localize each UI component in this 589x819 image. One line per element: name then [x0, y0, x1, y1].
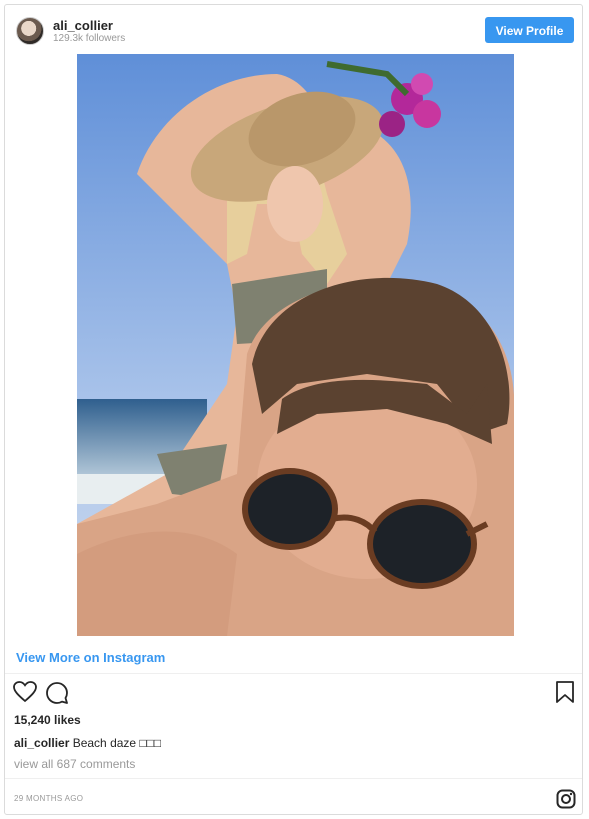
post-photo[interactable] [77, 54, 514, 636]
comment-icon[interactable] [45, 681, 69, 710]
follower-count: 129.3k followers [53, 33, 126, 44]
caption: ali_collier Beach daze □□□ [14, 736, 161, 750]
view-more-link[interactable]: View More on Instagram [16, 650, 165, 665]
bookmark-icon[interactable] [556, 681, 574, 708]
divider [5, 673, 582, 674]
like-count[interactable]: 15,240 likes [14, 713, 81, 727]
caption-text: Beach daze □□□ [69, 736, 162, 750]
avatar[interactable] [16, 17, 44, 45]
view-comments-link[interactable]: view all 687 comments [14, 757, 135, 771]
post-header: ali_collier 129.3k followers View Profil… [5, 5, 582, 55]
divider [5, 778, 582, 779]
post-timestamp: 29 MONTHS AGO [14, 794, 84, 803]
caption-username[interactable]: ali_collier [14, 736, 69, 750]
heart-icon[interactable] [13, 681, 37, 708]
instagram-icon[interactable] [556, 789, 576, 814]
view-profile-button[interactable]: View Profile [485, 17, 574, 43]
username[interactable]: ali_collier [53, 18, 113, 33]
instagram-embed-card: ali_collier 129.3k followers View Profil… [4, 4, 583, 815]
